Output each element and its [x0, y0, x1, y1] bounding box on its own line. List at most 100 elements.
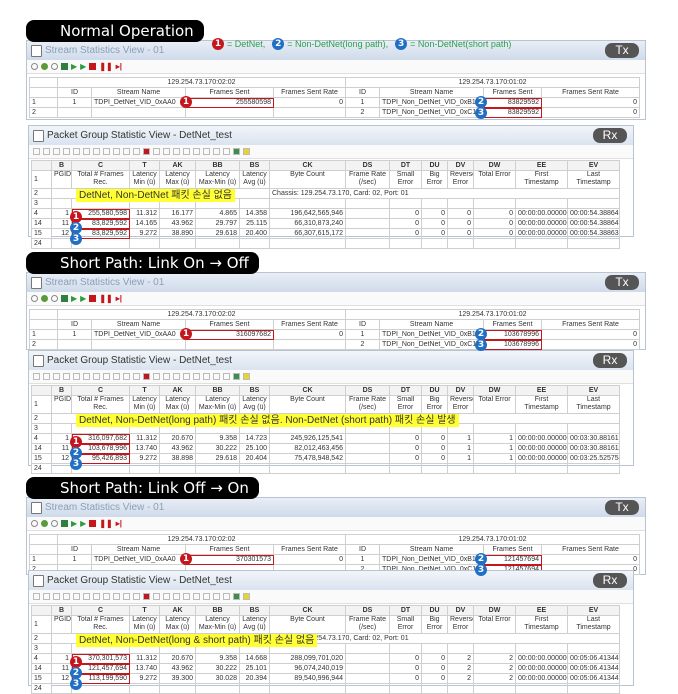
- column-letter[interactable]: EV: [567, 605, 620, 616]
- toolbar-icon[interactable]: [93, 593, 100, 600]
- toolbar-icon[interactable]: [103, 593, 110, 600]
- toolbar-icon[interactable]: [233, 593, 240, 600]
- toolbar-icon[interactable]: [193, 148, 200, 155]
- table-row[interactable]: 15 12 83,829,592 9.272 38.890 29.618 20.400 66,…: [31, 228, 620, 239]
- toolbar-icon[interactable]: [233, 373, 240, 380]
- stop-icon[interactable]: [89, 520, 97, 527]
- toolbar-icon[interactable]: [43, 373, 50, 380]
- column-letter[interactable]: DW: [473, 160, 516, 171]
- column-letter[interactable]: DW: [473, 605, 516, 616]
- column-letter[interactable]: BS: [239, 385, 270, 396]
- column-letter[interactable]: DS: [345, 385, 390, 396]
- chart-icon[interactable]: [61, 520, 68, 527]
- toolbar-icon[interactable]: [83, 593, 90, 600]
- toolbar-icon[interactable]: [243, 593, 250, 600]
- toolbar-icon[interactable]: [243, 148, 250, 155]
- toolbar-icon[interactable]: [213, 593, 220, 600]
- pause-icon[interactable]: ❚❚: [99, 294, 112, 303]
- toolbar-icon[interactable]: [113, 593, 120, 600]
- toolbar-icon[interactable]: [143, 148, 150, 155]
- column-letter[interactable]: BB: [195, 385, 240, 396]
- column-letter[interactable]: B: [51, 160, 72, 171]
- column-letter[interactable]: DT: [389, 160, 422, 171]
- column-letter[interactable]: DW: [473, 385, 516, 396]
- toolbar-icon[interactable]: [243, 373, 250, 380]
- column-letter[interactable]: B: [51, 385, 72, 396]
- toolbar-icon[interactable]: [143, 593, 150, 600]
- column-letter[interactable]: EV: [567, 385, 620, 396]
- chart-icon[interactable]: [61, 295, 68, 302]
- table-row[interactable]: 14 11 83,829,592 14.165 43.962 29.797 25.115 66…: [31, 218, 620, 229]
- table-row[interactable]: 4 1 255,580,598 11.312 16.177 4.865 14.358 196,…: [31, 208, 620, 219]
- toolbar-icon[interactable]: [173, 593, 180, 600]
- toolbar-icon[interactable]: [183, 593, 190, 600]
- toolbar-icon[interactable]: [53, 148, 60, 155]
- column-letter[interactable]: DT: [389, 605, 422, 616]
- toolbar-icon[interactable]: [163, 148, 170, 155]
- toolbar-icon[interactable]: [143, 373, 150, 380]
- toolbar-icon[interactable]: [223, 148, 230, 155]
- table-row[interactable]: 1 TDPI_Non_DetNet_VID_0xB10 121457694 0: [345, 554, 640, 565]
- column-letter[interactable]: EV: [567, 160, 620, 171]
- toolbar-icon[interactable]: [103, 148, 110, 155]
- column-letter[interactable]: CK: [269, 160, 346, 171]
- step-icon[interactable]: ▶: [80, 62, 86, 71]
- column-letter[interactable]: DV: [447, 385, 474, 396]
- pencil-green-icon[interactable]: [41, 63, 48, 70]
- table-row[interactable]: 2: [29, 107, 346, 118]
- column-letter[interactable]: DU: [421, 385, 448, 396]
- toolbar-icon[interactable]: [203, 148, 210, 155]
- pencil-icon[interactable]: [31, 520, 38, 527]
- column-letter[interactable]: DU: [421, 160, 448, 171]
- play-icon[interactable]: ▶: [71, 62, 77, 71]
- column-letter[interactable]: T: [129, 160, 160, 171]
- toolbar-icon[interactable]: [173, 373, 180, 380]
- table-row[interactable]: 15 12 95,426,893 9.272 38.898 29.618 20.404 75,…: [31, 453, 620, 464]
- table-row[interactable]: 15 12 113,199,590 9.272 39.300 30.028 20.394 89…: [31, 673, 620, 684]
- toolbar-icon[interactable]: [43, 148, 50, 155]
- toolbar-icon[interactable]: [73, 593, 80, 600]
- column-letter[interactable]: C: [71, 605, 130, 616]
- toolbar-icon[interactable]: [123, 593, 130, 600]
- toolbar-icon[interactable]: [53, 373, 60, 380]
- skip-icon[interactable]: ▸|: [116, 62, 122, 71]
- chart-icon[interactable]: [61, 63, 68, 70]
- toolbar-icon[interactable]: [83, 148, 90, 155]
- toolbar-icon[interactable]: [183, 148, 190, 155]
- toolbar-icon[interactable]: [33, 593, 40, 600]
- pencil-icon[interactable]: [31, 63, 38, 70]
- toolbar-icon[interactable]: [193, 373, 200, 380]
- toolbar-icon[interactable]: [173, 148, 180, 155]
- toolbar-icon[interactable]: [63, 593, 70, 600]
- column-letter[interactable]: T: [129, 605, 160, 616]
- column-letter[interactable]: CK: [269, 385, 346, 396]
- toolbar-icon[interactable]: [203, 593, 210, 600]
- toolbar-icon[interactable]: [83, 373, 90, 380]
- toolbar-icon[interactable]: [53, 593, 60, 600]
- column-letter[interactable]: EE: [515, 385, 568, 396]
- column-letter[interactable]: C: [71, 160, 130, 171]
- column-letter[interactable]: AK: [159, 160, 196, 171]
- pencil-green-icon[interactable]: [41, 295, 48, 302]
- toolbar-icon[interactable]: [153, 593, 160, 600]
- toolbar-icon[interactable]: [233, 148, 240, 155]
- column-letter[interactable]: EE: [515, 605, 568, 616]
- table-row[interactable]: 4 1 316,097,682 11.312 20.670 9.358 14.723 245,…: [31, 433, 620, 444]
- toolbar-icon[interactable]: [203, 373, 210, 380]
- toolbar-icon[interactable]: [153, 148, 160, 155]
- column-letter[interactable]: AK: [159, 605, 196, 616]
- pencil-icon[interactable]: [31, 295, 38, 302]
- toolbar-icon[interactable]: [223, 593, 230, 600]
- toolbar-icon[interactable]: [93, 148, 100, 155]
- pause-icon[interactable]: ❚❚: [99, 519, 112, 528]
- toolbar-icon[interactable]: [213, 148, 220, 155]
- column-letter[interactable]: BB: [195, 160, 240, 171]
- column-letter[interactable]: B: [51, 605, 72, 616]
- toolbar-icon[interactable]: [153, 373, 160, 380]
- column-letter[interactable]: CK: [269, 605, 346, 616]
- skip-icon[interactable]: ▸|: [116, 294, 122, 303]
- toolbar-icon[interactable]: [43, 593, 50, 600]
- table-row[interactable]: 14 11 121,457,694 13.740 43.962 30.222 25.101 9…: [31, 663, 620, 674]
- toolbar-icon[interactable]: [33, 373, 40, 380]
- column-letter[interactable]: DT: [389, 385, 422, 396]
